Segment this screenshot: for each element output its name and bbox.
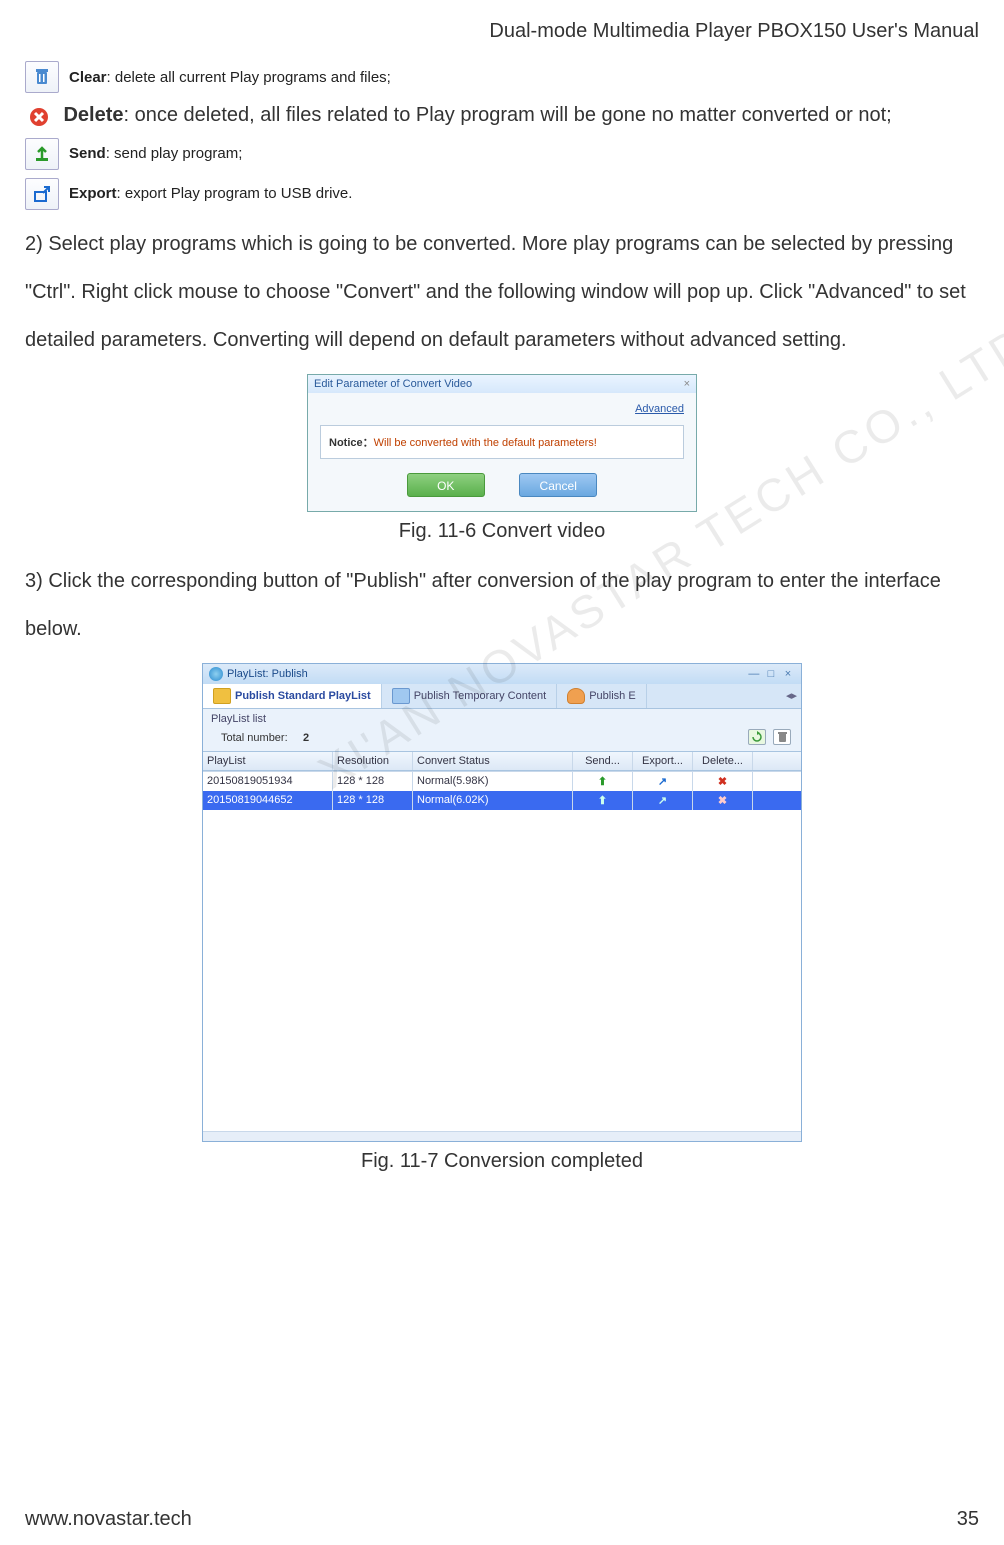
delete-text: Delete: once deleted, all files related … (63, 104, 891, 126)
clear-text: Clear: delete all current Play programs … (69, 69, 391, 86)
send-icon[interactable]: ⬆ (598, 795, 607, 807)
table-body: 20150819051934 128 * 128 Normal(5.98K) ⬆… (203, 771, 801, 1131)
delete-icon (25, 104, 53, 130)
cancel-button[interactable]: Cancel (519, 473, 597, 497)
fig2-caption: Fig. 11-7 Conversion completed (25, 1150, 979, 1173)
convert-dialog: Edit Parameter of Convert Video × Advanc… (307, 374, 697, 512)
folder-icon (392, 688, 410, 704)
minimize-icon[interactable]: — (747, 668, 761, 680)
folder-icon (213, 688, 231, 704)
fig1-caption: Fig. 11-6 Convert video (25, 520, 979, 543)
page-footer: www.novastar.tech 35 (25, 1508, 979, 1531)
clear-desc-row: Clear: delete all current Play programs … (25, 61, 979, 93)
playlist-list-label: PlayList list (203, 709, 801, 727)
footer-page: 35 (957, 1508, 979, 1531)
advanced-link[interactable]: Advanced (320, 403, 684, 415)
total-number: Total number: 2 (221, 732, 309, 744)
table-row[interactable]: 20150819051934 128 * 128 Normal(5.98K) ⬆… (203, 772, 801, 791)
paragraph-2: 2) Select play programs which is going t… (25, 220, 979, 364)
delete-icon[interactable]: ✖ (718, 795, 727, 807)
table-header: PlayList Resolution Convert Status Send.… (203, 751, 801, 771)
tab-temporary[interactable]: Publish Temporary Content (382, 684, 557, 708)
export-text: Export: export Play program to USB drive… (69, 185, 352, 202)
export-icon (25, 178, 59, 210)
tab-bar: Publish Standard PlayList Publish Tempor… (203, 684, 801, 709)
col-export: Export... (633, 752, 693, 770)
bell-icon (567, 688, 585, 704)
close-icon[interactable]: × (684, 378, 690, 390)
table-row[interactable]: 20150819044652 128 * 128 Normal(6.02K) ⬆… (203, 791, 801, 810)
col-send: Send... (573, 752, 633, 770)
send-icon[interactable]: ⬆ (598, 776, 607, 788)
send-desc-row: Send: send play program; (25, 138, 979, 170)
tab-publish-e[interactable]: Publish E (557, 684, 646, 708)
window-title: PlayList: Publish (227, 668, 308, 680)
col-delete: Delete... (693, 752, 753, 770)
footer-site: www.novastar.tech (25, 1508, 192, 1531)
send-text: Send: send play program; (69, 145, 242, 162)
paragraph-3: 3) Click the corresponding button of "Pu… (25, 557, 979, 653)
globe-icon (209, 667, 223, 681)
page-header: Dual-mode Multimedia Player PBOX150 User… (25, 20, 979, 43)
refresh-icon[interactable] (748, 729, 766, 745)
window-titlebar: PlayList: Publish — □ × (203, 664, 801, 684)
dialog-titlebar: Edit Parameter of Convert Video × (308, 375, 696, 393)
col-status: Convert Status (413, 752, 573, 770)
close-icon[interactable]: × (781, 668, 795, 680)
export-icon[interactable]: ↗ (658, 776, 667, 788)
publish-window: PlayList: Publish — □ × Publish Standard… (202, 663, 802, 1142)
export-icon[interactable]: ↗ (658, 795, 667, 807)
col-resolution: Resolution (333, 752, 413, 770)
dialog-title: Edit Parameter of Convert Video (314, 378, 472, 390)
delete-desc-row: Delete: once deleted, all files related … (25, 101, 979, 130)
delete-icon[interactable]: ✖ (718, 776, 727, 788)
send-icon (25, 138, 59, 170)
ok-button[interactable]: OK (407, 473, 485, 497)
col-playlist: PlayList (203, 752, 333, 770)
tab-standard[interactable]: Publish Standard PlayList (203, 684, 382, 708)
trash-icon[interactable] (773, 729, 791, 745)
maximize-icon[interactable]: □ (764, 668, 778, 680)
scrollbar[interactable] (203, 1131, 801, 1141)
notice-box: Notice：Will be converted with the defaul… (320, 425, 684, 459)
clear-icon (25, 61, 59, 93)
export-desc-row: Export: export Play program to USB drive… (25, 178, 979, 210)
scroll-right-icon[interactable]: ▸ (791, 689, 797, 702)
